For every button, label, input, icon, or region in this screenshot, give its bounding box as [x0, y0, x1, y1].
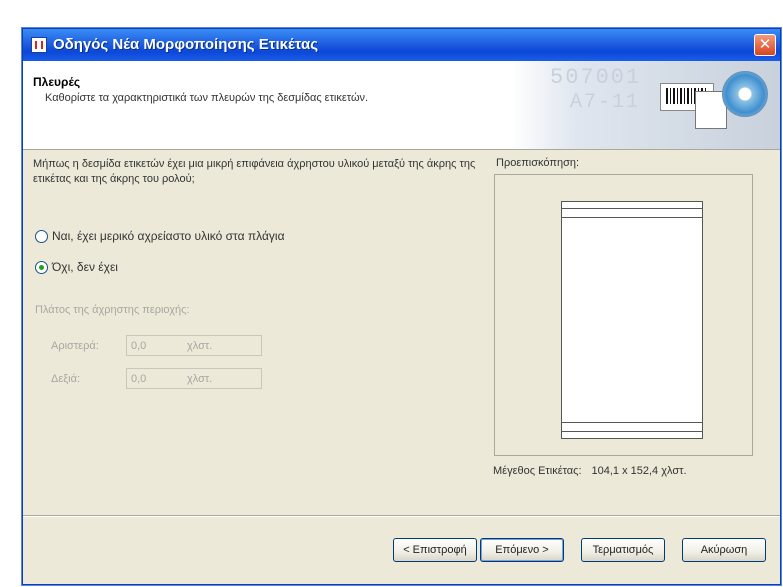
option-no[interactable]: Όχι, δεν έχει: [35, 260, 118, 274]
question-text: Μήπως η δεσμίδα ετικετών έχει μια μικρή …: [33, 158, 476, 185]
app-icon: [31, 37, 47, 53]
back-button[interactable]: < Επιστροφή: [393, 538, 477, 562]
header-banner-image: 507001 A7-11: [510, 61, 780, 149]
title-bar[interactable]: Οδηγός Νέα Μορφοποίησης Ετικέτας ✕: [23, 29, 780, 61]
option-no-label: Όχι, δεν έχει: [52, 260, 118, 274]
option-yes-label: Ναι, έχει μερικό αχρείαστο υλικό στα πλά…: [52, 229, 285, 243]
radio-icon[interactable]: [35, 260, 48, 274]
footer-divider: [23, 515, 780, 517]
close-icon: ✕: [758, 35, 772, 53]
cancel-button[interactable]: Ακύρωση: [682, 538, 766, 562]
label-size-value: 104,1 x 152,4 χλστ.: [591, 465, 687, 477]
page-subtitle: Καθορίστε τα χαρακτηριστικά των πλευρών …: [45, 92, 369, 104]
next-button[interactable]: Επόμενο >: [480, 538, 564, 562]
label-preview: [494, 174, 753, 456]
left-width-value: 0,0: [131, 339, 147, 352]
right-width-value: 0,0: [131, 372, 147, 385]
wizard-header: Πλευρές Καθορίστε τα χαρακτηριστικά των …: [23, 61, 780, 150]
wizard-window: Οδηγός Νέα Μορφοποίησης Ετικέτας ✕ Πλευρ…: [22, 28, 781, 585]
left-width-row: Αριστερά: 0,0 χλστ.: [51, 335, 262, 356]
banner-digits: A7-11: [570, 91, 641, 114]
page-title: Πλευρές: [33, 75, 81, 89]
preview-label: Προεπισκόπηση:: [496, 157, 580, 169]
window-title: Οδηγός Νέα Μορφοποίησης Ετικέτας: [53, 36, 319, 53]
close-button[interactable]: ✕: [754, 34, 776, 56]
option-yes[interactable]: Ναι, έχει μερικό αχρείαστο υλικό στα πλά…: [35, 229, 285, 243]
banner-digits: 507001: [550, 65, 642, 90]
label-bottom-band: [562, 422, 702, 432]
left-width-label: Αριστερά:: [51, 339, 99, 352]
right-width-row: Δεξιά: 0,0 χλστ.: [51, 368, 262, 389]
finish-button[interactable]: Τερματισμός: [581, 538, 665, 562]
label-size: Μέγεθος Ετικέτας: 104,1 x 152,4 χλστ.: [493, 465, 687, 477]
radio-icon[interactable]: [35, 229, 48, 243]
left-width-input[interactable]: 0,0 χλστ.: [126, 335, 262, 356]
unused-width-label: Πλάτος της άχρηστης περιοχής:: [35, 304, 190, 316]
label-preview-page: [561, 201, 703, 439]
right-width-unit: χλστ.: [187, 372, 213, 385]
right-width-label: Δεξιά:: [51, 372, 81, 385]
left-width-unit: χλστ.: [187, 339, 213, 352]
label-top-band: [562, 208, 702, 218]
label-size-caption: Μέγεθος Ετικέτας:: [493, 465, 582, 477]
disc-icon: [722, 71, 768, 117]
right-width-input[interactable]: 0,0 χλστ.: [126, 368, 262, 389]
